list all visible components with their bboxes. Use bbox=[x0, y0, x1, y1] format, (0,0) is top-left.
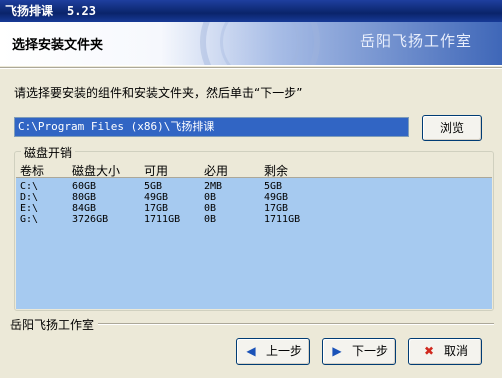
browse-button[interactable]: 浏览 bbox=[422, 115, 482, 141]
cancel-button-label: 取消 bbox=[443, 344, 468, 358]
brand-watermark: 岳阳飞扬工作室 bbox=[359, 32, 472, 50]
column-header-required[interactable]: 必用 bbox=[204, 162, 228, 179]
cell-volume: E:\ bbox=[20, 203, 39, 214]
footer-divider bbox=[98, 323, 494, 325]
next-button-label: 下一步 bbox=[351, 344, 388, 358]
cell-required: 0B bbox=[204, 192, 217, 203]
company-label: 岳阳飞扬工作室 bbox=[10, 318, 95, 332]
cell-required: 2MB bbox=[204, 181, 223, 192]
cell-size: 60GB bbox=[72, 181, 97, 192]
cell-available: 17GB bbox=[144, 203, 169, 214]
cell-remaining: 5GB bbox=[264, 181, 283, 192]
window-version: 5.23 bbox=[67, 4, 96, 18]
install-path-input[interactable]: C:\Program Files (x86)\飞扬排课 bbox=[14, 117, 409, 137]
disk-row[interactable]: D:\ 80GB 49GB 0B 49GB bbox=[16, 192, 492, 203]
column-header-volume[interactable]: 卷标 bbox=[20, 162, 44, 179]
cell-remaining: 49GB bbox=[264, 192, 289, 203]
cell-remaining: 17GB bbox=[264, 203, 289, 214]
cell-size: 84GB bbox=[72, 203, 97, 214]
disk-row[interactable]: C:\ 60GB 5GB 2MB 5GB bbox=[16, 181, 492, 192]
disk-row[interactable]: G:\ 3726GB 1711GB 0B 1711GB bbox=[16, 214, 492, 225]
page-heading: 选择安装文件夹 bbox=[12, 38, 104, 53]
arrow-right-icon: ▶ bbox=[332, 344, 342, 358]
disk-list-header: 卷标 磁盘大小 可用 必用 剩余 bbox=[16, 160, 492, 178]
cell-required: 0B bbox=[204, 203, 217, 214]
cell-remaining: 1711GB bbox=[264, 214, 301, 225]
close-icon: ✖ bbox=[423, 344, 435, 358]
title-bar[interactable]: 飞扬排课 5.23 bbox=[0, 0, 502, 22]
cell-volume: C:\ bbox=[20, 181, 39, 192]
column-header-remaining[interactable]: 剩余 bbox=[264, 162, 288, 179]
column-header-available[interactable]: 可用 bbox=[144, 162, 168, 179]
column-header-size[interactable]: 磁盘大小 bbox=[72, 162, 120, 179]
window-title: 飞扬排课 bbox=[5, 4, 54, 18]
cell-available: 49GB bbox=[144, 192, 169, 203]
cell-available: 5GB bbox=[144, 181, 163, 192]
cell-size: 80GB bbox=[72, 192, 97, 203]
header-banner: 选择安装文件夹 岳阳飞扬工作室 bbox=[0, 22, 502, 66]
cancel-button[interactable]: ✖ 取消 bbox=[408, 338, 482, 365]
clock-decoration-inner bbox=[220, 22, 300, 65]
cell-volume: G:\ bbox=[20, 214, 39, 225]
arrow-left-icon: ◀ bbox=[246, 344, 256, 358]
cell-available: 1711GB bbox=[144, 214, 181, 225]
next-button[interactable]: ▶ 下一步 bbox=[322, 338, 396, 365]
cell-volume: D:\ bbox=[20, 192, 39, 203]
instruction-text: 请选择要安装的组件和安装文件夹，然后单击“下一步” bbox=[14, 86, 303, 100]
disk-row[interactable]: E:\ 84GB 17GB 0B 17GB bbox=[16, 203, 492, 214]
prev-button[interactable]: ◀ 上一步 bbox=[236, 338, 310, 365]
prev-button-label: 上一步 bbox=[265, 344, 302, 358]
disk-usage-label: 磁盘开销 bbox=[21, 144, 76, 161]
disk-list[interactable]: C:\ 60GB 5GB 2MB 5GB D:\ 80GB 49GB 0B 49… bbox=[16, 178, 492, 309]
cell-size: 3726GB bbox=[72, 214, 109, 225]
header-divider bbox=[0, 67, 502, 69]
cell-required: 0B bbox=[204, 214, 217, 225]
